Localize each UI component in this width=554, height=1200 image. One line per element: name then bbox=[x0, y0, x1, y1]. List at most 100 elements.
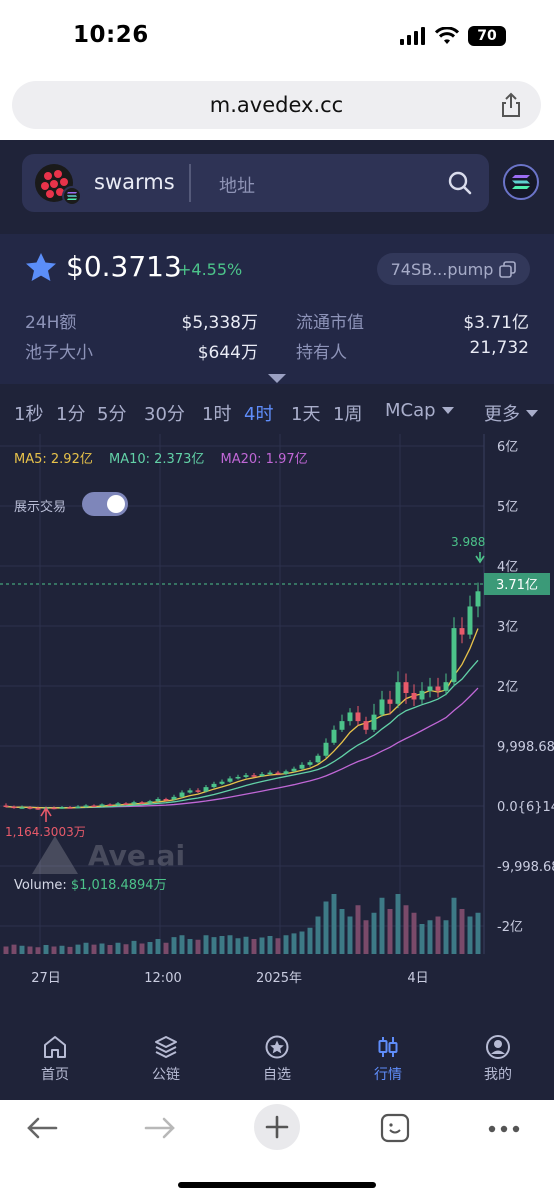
price-change: +4.55% bbox=[178, 260, 243, 279]
candle-body bbox=[411, 693, 417, 700]
address-search-input[interactable]: 地址 bbox=[219, 172, 255, 198]
layers-icon bbox=[155, 1036, 177, 1059]
candle-body bbox=[251, 775, 257, 777]
battery-icon: 70 bbox=[468, 26, 506, 46]
share-icon[interactable] bbox=[500, 92, 522, 118]
candle-body bbox=[259, 774, 265, 777]
high-price-marker: 3.988 bbox=[451, 535, 485, 549]
volume-bar bbox=[83, 942, 89, 954]
candle-body bbox=[371, 714, 377, 730]
volume-bar bbox=[467, 916, 473, 954]
tab-market[interactable]: 行情 bbox=[348, 1034, 428, 1084]
candle-body bbox=[91, 805, 97, 808]
url-text: m.avedex.cc bbox=[209, 93, 344, 117]
ma10-label: MA10: 2.373亿 bbox=[108, 452, 205, 467]
home-indicator bbox=[178, 1182, 376, 1188]
price-chart[interactable]: 6亿 5亿 4亿 3亿 2亿 9,998.68 0.0{6}14 -9,998.68 -2亿 27… bbox=[0, 434, 554, 1034]
more-dropdown[interactable]: 更多 bbox=[484, 400, 538, 426]
candle-body bbox=[3, 805, 9, 808]
chart-canvas[interactable]: 6亿 5亿 4亿 3亿 2亿 9,998.68 0.0{6}14 -9,998.68 -2亿 27… bbox=[0, 434, 554, 1034]
tf-1s[interactable]: 1秒 bbox=[14, 400, 43, 426]
candle-body bbox=[171, 796, 177, 800]
tab-home[interactable]: 首页 bbox=[15, 1034, 95, 1084]
wifi-icon bbox=[435, 27, 459, 44]
candle-body bbox=[19, 807, 25, 809]
ma20-line bbox=[5, 687, 479, 809]
volume-bar bbox=[323, 901, 329, 954]
candle-body bbox=[443, 682, 449, 691]
volume-bar bbox=[291, 933, 297, 954]
stat-pool-size: 池子大小 $644万 bbox=[25, 343, 258, 363]
candle-body bbox=[115, 803, 121, 806]
token-search-bar[interactable]: swarms 地址 bbox=[22, 154, 489, 212]
volume-bar bbox=[419, 924, 425, 954]
new-tab-button[interactable] bbox=[254, 1104, 300, 1150]
volume-bar bbox=[403, 905, 409, 954]
candle-body bbox=[331, 729, 337, 743]
tabs-smiley-icon[interactable] bbox=[380, 1113, 410, 1143]
y-axis-label: 2亿 bbox=[497, 680, 518, 695]
tab-chains[interactable]: 公链 bbox=[126, 1034, 206, 1084]
candle-body bbox=[243, 775, 249, 777]
forward-arrow-icon[interactable] bbox=[144, 1116, 176, 1140]
chain-selector-solana-icon[interactable] bbox=[503, 164, 539, 200]
tab-watchlist[interactable]: 自选 bbox=[237, 1034, 317, 1084]
candle-body bbox=[459, 628, 465, 635]
volume-bar bbox=[427, 920, 433, 954]
volume-bar bbox=[307, 927, 313, 954]
tab-profile[interactable]: 我的 bbox=[458, 1034, 538, 1084]
y-axis-label: -2亿 bbox=[497, 920, 523, 935]
volume-bar bbox=[459, 909, 465, 954]
mcap-label: MCap bbox=[385, 400, 436, 421]
candle-body bbox=[131, 802, 137, 804]
tf-1m[interactable]: 1分 bbox=[56, 400, 85, 426]
app-content: swarms 地址 $0.3713 +4.55% 74SB...pump 24H… bbox=[0, 140, 554, 1100]
copy-icon bbox=[499, 260, 517, 278]
volume-bar bbox=[275, 938, 281, 954]
tf-4h[interactable]: 4时 bbox=[244, 400, 273, 426]
mcap-dropdown[interactable]: MCap bbox=[385, 400, 454, 421]
x-axis-label: 4日 bbox=[407, 971, 428, 986]
back-arrow-icon[interactable] bbox=[26, 1116, 58, 1140]
show-trades-toggle[interactable] bbox=[82, 492, 128, 516]
search-icon[interactable] bbox=[447, 170, 473, 196]
status-icons: 70 bbox=[400, 26, 506, 46]
volume-bar bbox=[35, 947, 41, 954]
volume-bar bbox=[19, 945, 25, 954]
candle-body bbox=[35, 808, 41, 810]
ma20-label: MA20: 1.97亿 bbox=[220, 452, 308, 467]
volume-bar bbox=[411, 912, 417, 954]
volume-bar bbox=[363, 920, 369, 954]
candle-body bbox=[235, 776, 241, 779]
volume-bar bbox=[379, 897, 385, 954]
candle-body bbox=[315, 755, 321, 763]
more-dots-icon[interactable] bbox=[488, 1125, 520, 1133]
token-price: $0.3713 bbox=[66, 250, 182, 283]
url-field[interactable]: m.avedex.cc bbox=[12, 81, 541, 129]
status-bar: 10:26 70 bbox=[0, 0, 554, 72]
tf-30m[interactable]: 30分 bbox=[144, 400, 185, 426]
tf-5m[interactable]: 5分 bbox=[97, 400, 126, 426]
stat-circulating-mcap: 流通市值 $3.71亿 bbox=[296, 313, 529, 333]
tf-1w[interactable]: 1周 bbox=[333, 400, 362, 426]
candle-body bbox=[475, 591, 481, 607]
expand-caret-icon[interactable] bbox=[268, 374, 286, 383]
token-info-panel: $0.3713 +4.55% 74SB...pump 24H额 $5,338万 流… bbox=[0, 234, 554, 384]
search-divider bbox=[189, 164, 191, 202]
current-price-tag: 3.71亿 bbox=[496, 578, 538, 593]
home-icon bbox=[44, 1036, 66, 1058]
candle-body bbox=[107, 804, 113, 806]
tf-1h[interactable]: 1时 bbox=[202, 400, 231, 426]
volume-bar bbox=[211, 937, 217, 954]
contract-address-button[interactable]: 74SB...pump bbox=[377, 253, 530, 285]
candle-body bbox=[347, 712, 353, 722]
favorite-star-icon[interactable] bbox=[25, 252, 57, 282]
candle-body bbox=[355, 712, 361, 722]
x-axis-label: 27日 bbox=[31, 971, 61, 986]
candle-body bbox=[299, 764, 305, 769]
tf-1d[interactable]: 1天 bbox=[291, 400, 320, 426]
volume-bar bbox=[371, 912, 377, 954]
y-axis-label: 0.0{6}14 bbox=[497, 800, 554, 815]
candle-body bbox=[155, 799, 161, 802]
ma-legend: MA5: 2.92亿 MA10: 2.373亿 MA20: 1.97亿 bbox=[14, 448, 308, 467]
